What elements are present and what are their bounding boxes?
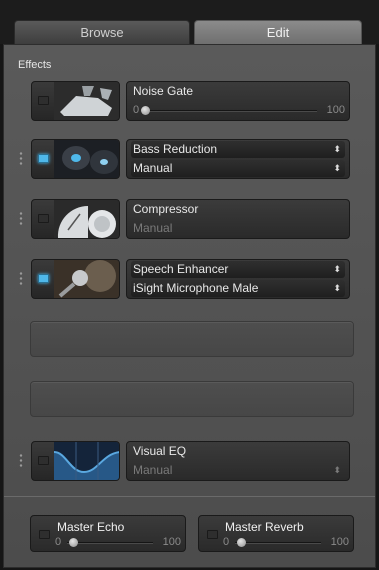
tab-edit[interactable]: Edit [194, 20, 362, 44]
preset-select[interactable]: Manual ⬍ [131, 462, 345, 479]
divider [4, 496, 375, 497]
slider-max-label: 100 [330, 536, 349, 548]
slider-max-label: 100 [162, 536, 181, 548]
noise-gate-slider[interactable]: 0 100 [131, 103, 345, 118]
power-toggle[interactable] [207, 530, 218, 539]
drag-handle-icon[interactable] [19, 151, 23, 167]
bass-reduction-icon [54, 140, 119, 178]
master-reverb: Master Reverb 0 100 [198, 515, 354, 552]
preset-value: Manual [133, 463, 173, 477]
slider-knob[interactable] [141, 106, 150, 115]
power-toggle[interactable] [38, 96, 49, 105]
updown-arrows-icon: ⬍ [333, 144, 341, 154]
master-reverb-label: Master Reverb [225, 520, 304, 534]
effect-controls: Speech Enhancer ⬍ iSight Microphone Male… [126, 259, 350, 299]
effect-controls: Noise Gate 0 100 [126, 81, 350, 121]
effects-panel: Effects Noise Gate 0 100 Bass Reduction … [3, 44, 376, 568]
effect-name: Bass Reduction [133, 142, 218, 156]
preset-select[interactable]: Manual ⬍ [131, 160, 345, 177]
tab-bar: Browse Edit [0, 0, 379, 44]
preset-value: iSight Microphone Male [133, 281, 259, 295]
updown-arrows-icon: ⬍ [333, 264, 341, 274]
preset-value: Manual [133, 221, 173, 235]
effect-slot-speech-enhancer: Speech Enhancer ⬍ iSight Microphone Male… [19, 259, 354, 299]
noise-gate-icon [54, 82, 119, 120]
power-toggle[interactable] [38, 274, 49, 283]
master-echo-label: Master Echo [57, 520, 125, 534]
slider-min-label: 0 [55, 536, 62, 548]
effect-select[interactable]: Speech Enhancer ⬍ [131, 261, 345, 278]
updown-arrows-icon: ⬍ [333, 283, 341, 293]
effect-controls: Visual EQ Manual ⬍ [126, 441, 350, 481]
drag-handle-icon[interactable] [19, 271, 23, 287]
empty-effect-slot[interactable] [30, 381, 354, 417]
effect-thumbnail[interactable] [31, 199, 120, 239]
effect-slot-visual-eq: Visual EQ Manual ⬍ [19, 441, 354, 481]
slider-track [145, 110, 317, 112]
slider-track [67, 542, 153, 544]
effect-thumbnail[interactable] [31, 139, 120, 179]
slider-knob[interactable] [237, 538, 246, 547]
effect-slot-bass-reduction: Bass Reduction ⬍ Manual ⬍ [19, 139, 354, 179]
effect-name: Visual EQ [133, 444, 187, 458]
effect-name: Compressor [133, 202, 199, 216]
slider-track [235, 542, 321, 544]
slider-min-label: 0 [223, 536, 230, 548]
visual-eq-icon [54, 442, 119, 480]
effect-slot-compressor: Compressor Manual [19, 199, 354, 239]
power-toggle[interactable] [38, 154, 49, 163]
preset-value: Manual [133, 161, 173, 175]
effect-thumbnail[interactable] [31, 441, 120, 481]
updown-arrows-icon: ⬍ [333, 465, 341, 475]
slider-max-label: 100 [326, 104, 345, 116]
effect-name: Speech Enhancer [133, 262, 229, 276]
microphone-icon [54, 260, 119, 298]
section-title: Effects [18, 59, 52, 71]
master-echo: Master Echo 0 100 [30, 515, 186, 552]
power-toggle[interactable] [38, 214, 49, 223]
effect-select[interactable]: Bass Reduction ⬍ [131, 141, 345, 158]
master-reverb-slider[interactable]: 0 100 [221, 535, 349, 550]
slider-min-label: 0 [133, 104, 140, 116]
power-toggle[interactable] [39, 530, 50, 539]
effect-thumbnail[interactable] [31, 259, 120, 299]
updown-arrows-icon: ⬍ [333, 163, 341, 173]
preset-select[interactable]: iSight Microphone Male ⬍ [131, 280, 345, 297]
empty-effect-slot[interactable] [30, 321, 354, 357]
effect-controls: Bass Reduction ⬍ Manual ⬍ [126, 139, 350, 179]
effect-name: Noise Gate [133, 84, 194, 98]
effect-slot-noise-gate: Noise Gate 0 100 [30, 81, 354, 121]
drag-handle-icon[interactable] [19, 453, 23, 469]
effect-controls: Compressor Manual [126, 199, 350, 239]
power-toggle[interactable] [38, 456, 49, 465]
effect-thumbnail[interactable] [31, 81, 120, 121]
master-echo-slider[interactable]: 0 100 [53, 535, 181, 550]
compressor-icon [54, 200, 119, 238]
tab-browse[interactable]: Browse [14, 20, 190, 44]
drag-handle-icon[interactable] [19, 211, 23, 227]
slider-knob[interactable] [69, 538, 78, 547]
